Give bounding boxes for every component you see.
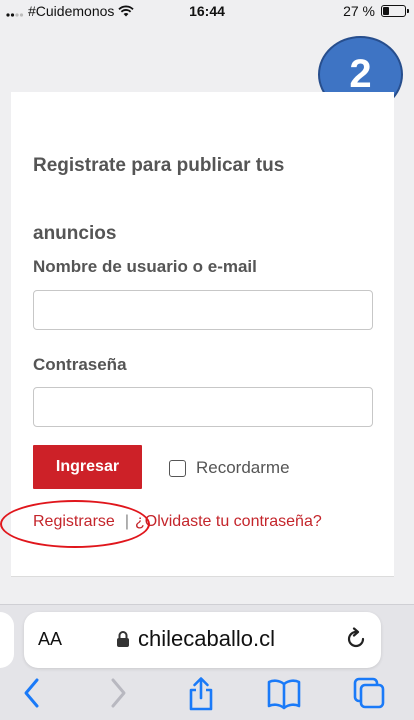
tabs-icon[interactable]: [352, 676, 386, 710]
text-size-label: AA: [38, 629, 63, 649]
lock-icon: [117, 631, 129, 647]
login-button[interactable]: Ingresar: [33, 445, 142, 489]
previous-tab-edge[interactable]: [0, 612, 14, 668]
battery-percent: 27 %: [343, 3, 375, 19]
share-icon[interactable]: [186, 676, 216, 712]
text-size-button[interactable]: AA: [38, 629, 62, 650]
password-input[interactable]: [33, 387, 373, 427]
address-bar[interactable]: AA chilecaballo.cl: [24, 612, 381, 668]
url-text: chilecaballo.cl: [138, 626, 275, 651]
url-display[interactable]: chilecaballo.cl: [116, 626, 275, 652]
back-icon[interactable]: [20, 676, 44, 710]
remember-checkbox[interactable]: [169, 459, 186, 477]
remember-label: Recordarme: [196, 458, 290, 477]
bookmarks-icon[interactable]: [266, 676, 302, 710]
password-label: Contraseña: [33, 355, 127, 374]
battery-level: [383, 7, 389, 15]
forgot-password-link[interactable]: ¿Olvidaste tu contraseña?: [135, 513, 322, 531]
login-title: Registrate para publicar tus anuncios: [33, 155, 285, 244]
remember-me[interactable]: Recordarme: [169, 458, 290, 478]
battery-icon: [381, 5, 409, 17]
reload-icon[interactable]: [343, 626, 369, 652]
username-input[interactable]: [33, 290, 373, 330]
username-label: Nombre de usuario o e-mail: [33, 257, 257, 276]
forward-icon: [111, 678, 126, 708]
register-highlight-ellipse: [0, 500, 150, 548]
status-bar: #Cuidemonos 16:44 27 %: [0, 0, 414, 24]
status-right: 27 %: [343, 3, 409, 19]
